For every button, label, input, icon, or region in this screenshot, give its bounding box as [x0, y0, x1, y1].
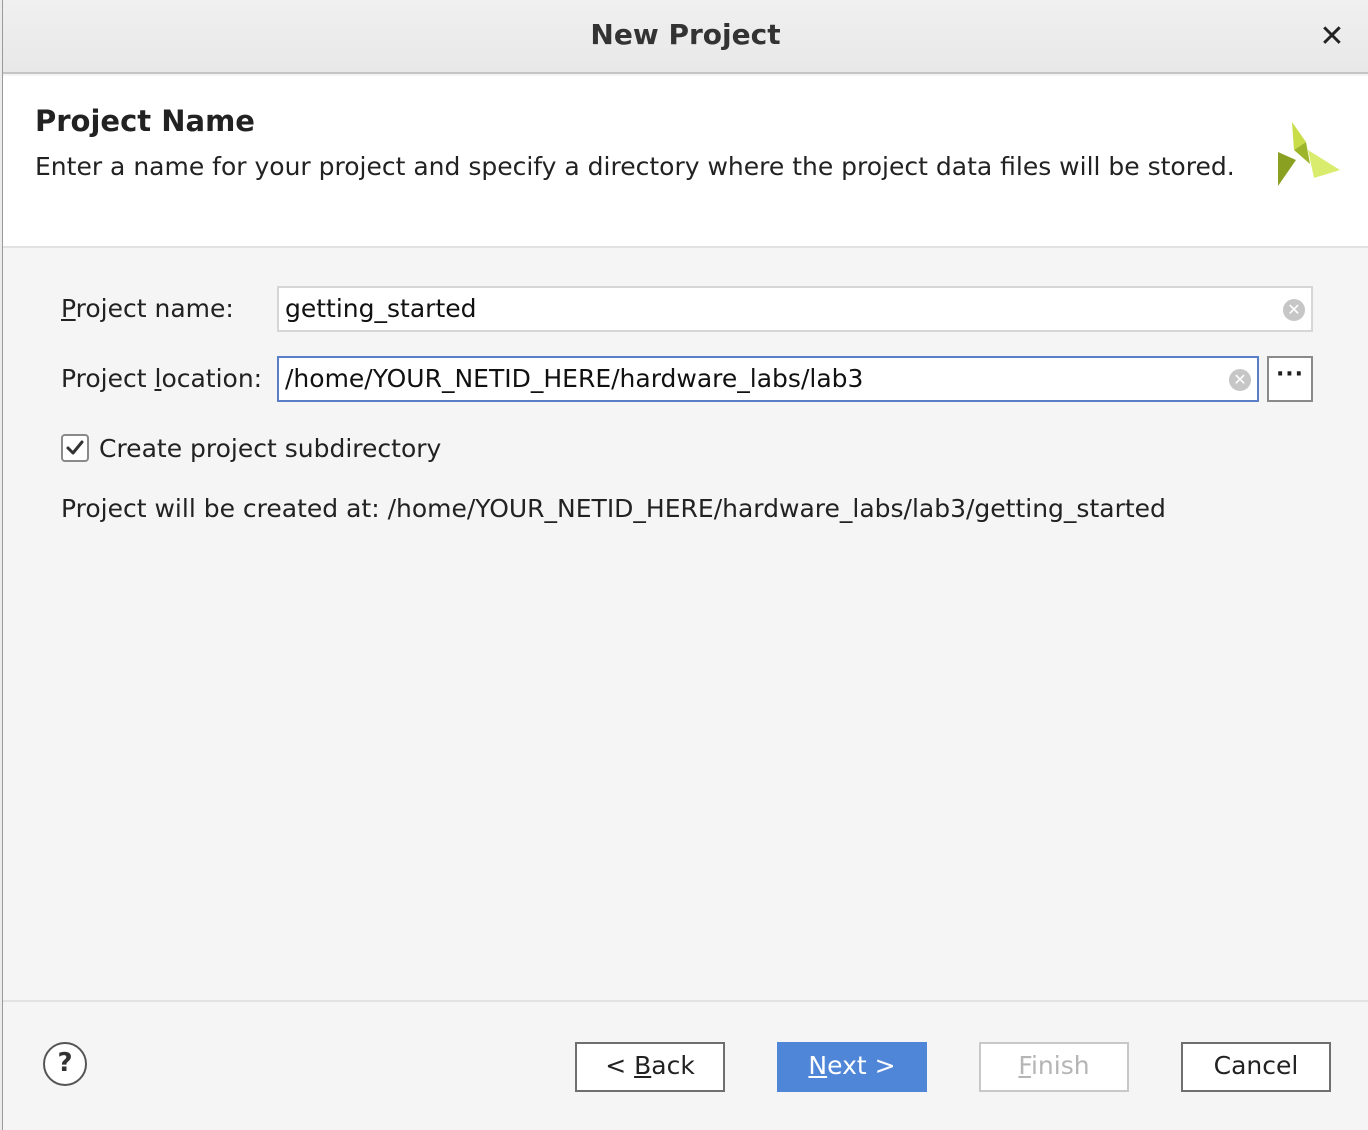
cancel-button[interactable]: Cancel [1181, 1042, 1331, 1092]
next-button[interactable]: Next > [777, 1042, 927, 1092]
title-bar: New Project ✕ [3, 0, 1368, 74]
project-location-input[interactable]: /home/YOUR_NETID_HERE/hardware_labs/lab3… [277, 356, 1259, 402]
project-name-input[interactable]: getting_started ✕ [277, 286, 1313, 332]
project-location-value: /home/YOUR_NETID_HERE/hardware_labs/lab3 [285, 364, 864, 393]
help-button[interactable]: ? [43, 1042, 87, 1086]
finish-button[interactable]: Finish [979, 1042, 1129, 1092]
clear-icon[interactable]: ✕ [1229, 369, 1251, 391]
vivado-logo-icon [1278, 122, 1340, 186]
wizard-header: Project Name Enter a name for your proje… [3, 76, 1368, 248]
page-title: Project Name [35, 104, 255, 138]
window-title: New Project [590, 18, 781, 51]
project-name-value: getting_started [285, 294, 477, 323]
create-subdirectory-checkbox[interactable] [61, 434, 89, 462]
project-path-preview: Project will be created at: /home/YOUR_N… [61, 494, 1166, 523]
project-location-label: Project location: [61, 364, 263, 393]
close-icon: ✕ [1319, 18, 1345, 54]
footer-divider [3, 1000, 1368, 1002]
project-name-label: Project name: [61, 294, 234, 323]
browse-location-button[interactable]: ··· [1267, 356, 1313, 402]
new-project-dialog: New Project ✕ Project Name Enter a name … [2, 0, 1368, 1130]
ellipsis-icon: ··· [1275, 362, 1305, 387]
back-button[interactable]: < Back [575, 1042, 725, 1092]
clear-icon[interactable]: ✕ [1283, 299, 1305, 321]
page-description: Enter a name for your project and specif… [35, 152, 1235, 181]
close-button[interactable]: ✕ [1316, 18, 1348, 54]
checkmark-icon [66, 440, 84, 455]
help-icon: ? [57, 1048, 73, 1078]
create-subdirectory-label[interactable]: Create project subdirectory [99, 434, 441, 463]
